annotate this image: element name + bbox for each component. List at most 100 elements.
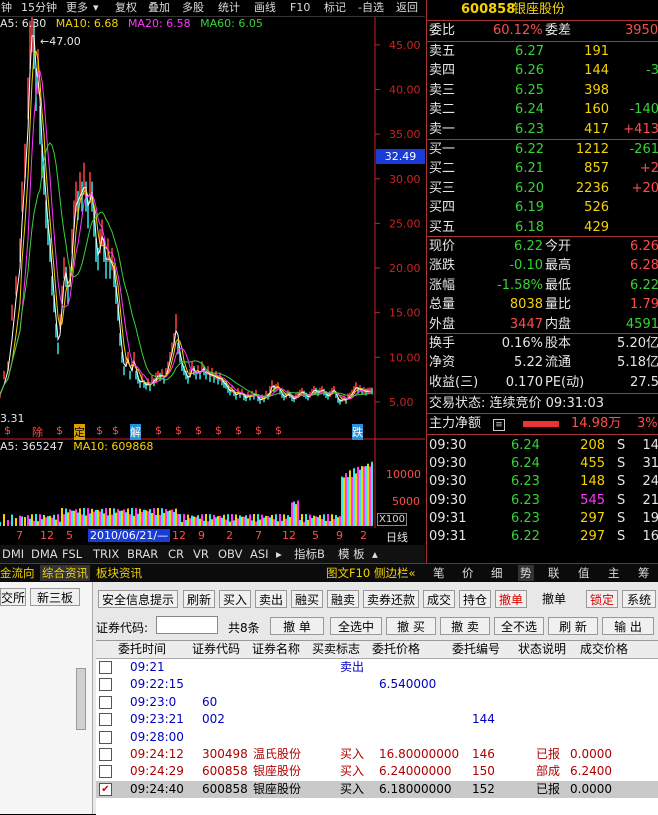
- select-all-button[interactable]: 全选中: [330, 617, 382, 635]
- toolbar-item-f10[interactable]: F10: [290, 0, 310, 16]
- table-row[interactable]: 09:24:12 300498 温氏股份 买入 16.80000000 146 已报 0.00…: [96, 746, 658, 763]
- tab-indicator-b[interactable]: 指标B: [294, 546, 325, 562]
- row-checkbox[interactable]: [99, 713, 112, 727]
- tab-dmi[interactable]: DMI: [2, 546, 24, 562]
- marker-dollar[interactable]: $: [56, 424, 63, 437]
- daily-label[interactable]: 日线: [386, 529, 408, 545]
- row-checkbox[interactable]: [99, 730, 112, 744]
- tab-exchange[interactable]: 交所: [0, 588, 26, 606]
- toolbar-item-multi[interactable]: 多股: [182, 0, 204, 16]
- sidebar-scrollbar[interactable]: [76, 668, 86, 730]
- col-code[interactable]: 证券代码: [192, 641, 240, 658]
- tab-link[interactable]: 联: [548, 565, 560, 581]
- table-row[interactable]: 09:23:0 60: [96, 694, 658, 711]
- toolbar-item-15min[interactable]: 15分钟: [21, 0, 57, 16]
- marker-placement[interactable]: 定: [74, 424, 85, 440]
- table-row[interactable]: 09:28:00: [96, 729, 658, 746]
- tab-neeq[interactable]: 新三板: [30, 588, 80, 606]
- tab-cr[interactable]: CR: [168, 546, 184, 562]
- tab-trix[interactable]: TRIX: [93, 546, 119, 562]
- tab-dma[interactable]: DMA: [31, 546, 58, 562]
- toolbar-item-watch[interactable]: -自选: [358, 0, 384, 16]
- arrow-right-icon[interactable]: ▸: [276, 546, 282, 562]
- col-id[interactable]: 委托编号: [452, 641, 500, 658]
- cancel-order-tab[interactable]: 撤单: [495, 590, 527, 608]
- buy-button[interactable]: 买入: [219, 590, 251, 608]
- marker-dollar[interactable]: $: [96, 424, 103, 437]
- col-price[interactable]: 委托价格: [372, 641, 420, 658]
- row-checkbox[interactable]: ✔: [99, 782, 112, 796]
- row-checkbox[interactable]: [99, 765, 112, 779]
- tab-vr[interactable]: VR: [193, 546, 209, 562]
- marker-dollar[interactable]: $: [215, 424, 222, 437]
- marker-drop[interactable]: 跌: [352, 424, 363, 440]
- col-name[interactable]: 证券名称: [252, 641, 300, 658]
- marker-unlock[interactable]: 解: [130, 424, 141, 440]
- marker-dollar[interactable]: $: [175, 424, 182, 437]
- marker-dollar[interactable]: $: [112, 424, 119, 437]
- code-input[interactable]: [156, 616, 218, 634]
- tab-news[interactable]: 综合资讯: [40, 565, 90, 581]
- toolbar-item-back[interactable]: 返回: [396, 0, 418, 16]
- security-info-button[interactable]: 安全信息提示: [98, 590, 178, 608]
- col-status[interactable]: 状态说明: [518, 641, 566, 658]
- marker-dollar[interactable]: $: [255, 424, 262, 437]
- tab-detail[interactable]: 细: [491, 565, 503, 581]
- refresh-list-button[interactable]: 刷 新: [548, 617, 598, 635]
- col-flag[interactable]: 买卖标志: [312, 641, 360, 658]
- marker-dollar[interactable]: $: [4, 424, 11, 437]
- cancel-sells-button[interactable]: 撤 卖: [440, 617, 490, 635]
- tab-brar[interactable]: BRAR: [127, 546, 158, 562]
- marker-dollar[interactable]: $: [155, 424, 162, 437]
- row-checkbox[interactable]: [99, 661, 112, 674]
- sell-repay-button[interactable]: 卖券还款: [363, 590, 419, 608]
- positions-button[interactable]: 持仓: [459, 590, 491, 608]
- table-row[interactable]: 09:21 卖出: [96, 659, 658, 676]
- tab-tick[interactable]: 笔: [433, 565, 445, 581]
- table-row[interactable]: 09:22:15 6.540000: [96, 676, 658, 693]
- tab-obv[interactable]: OBV: [218, 546, 242, 562]
- toolbar-item-draw[interactable]: 画线: [254, 0, 276, 16]
- table-row[interactable]: ✔ 09:24:40 600858 银座股份 买入 6.18000000 152 已报 0.00…: [96, 780, 658, 798]
- deals-button[interactable]: 成交: [423, 590, 455, 608]
- margin-sell-button[interactable]: 融卖: [327, 590, 359, 608]
- export-button[interactable]: 输 出: [602, 617, 654, 635]
- toolbar-item-period[interactable]: 钟: [1, 0, 12, 16]
- tab-value[interactable]: 值: [578, 565, 590, 581]
- tab-sector-news[interactable]: 板块资讯: [96, 565, 142, 581]
- margin-buy-button[interactable]: 融买: [291, 590, 323, 608]
- volume-chart[interactable]: A5: 365247 MA10: 609868 10000 5000 X100: [0, 440, 425, 528]
- system-button[interactable]: 系统: [622, 590, 656, 608]
- marker-dollar[interactable]: $: [275, 424, 282, 437]
- row-checkbox[interactable]: [99, 748, 112, 761]
- toolbar-item-mark[interactable]: 标记: [324, 0, 346, 16]
- tab-price[interactable]: 价: [462, 565, 474, 581]
- tab-f10[interactable]: 图文F10: [326, 565, 370, 581]
- tab-template[interactable]: 模 板: [338, 546, 365, 562]
- price-chart[interactable]: 45.00 40.00 35.00 30.00 25.00 20.00 15.00 10.00…: [0, 17, 425, 440]
- toolbar-item-adjust[interactable]: 复权: [115, 0, 137, 16]
- tab-sidebar[interactable]: 侧边栏«: [374, 565, 416, 581]
- col-deal-price[interactable]: 成交价格: [580, 641, 628, 658]
- tab-chips[interactable]: 筹: [638, 565, 650, 581]
- sell-button[interactable]: 卖出: [255, 590, 287, 608]
- tab-trend[interactable]: 势: [518, 565, 534, 581]
- col-time[interactable]: 委托时间: [118, 641, 166, 658]
- tab-fsl[interactable]: FSL: [62, 546, 82, 562]
- row-checkbox[interactable]: [99, 695, 112, 709]
- chevron-up-icon[interactable]: ▴: [372, 546, 378, 562]
- toolbar-item-more[interactable]: 更多: [66, 0, 88, 16]
- list-icon[interactable]: ≡: [493, 419, 505, 431]
- tab-fund-flow[interactable]: 金流向: [0, 565, 35, 581]
- table-row[interactable]: 09:23:21 002 144: [96, 711, 658, 728]
- cancel-button[interactable]: 撤 单: [270, 617, 324, 635]
- cancel-buys-button[interactable]: 撤 买: [386, 617, 436, 635]
- lock-button[interactable]: 锁定: [586, 590, 618, 608]
- refresh-button[interactable]: 刷新: [183, 590, 215, 608]
- chevron-down-icon[interactable]: ▾: [93, 0, 99, 16]
- marker-dollar[interactable]: $: [195, 424, 202, 437]
- marker-dollar[interactable]: $: [235, 424, 242, 437]
- toolbar-item-overlay[interactable]: 叠加: [148, 0, 170, 16]
- tab-main[interactable]: 主: [608, 565, 620, 581]
- table-row[interactable]: 09:24:29 600858 银座股份 买入 6.24000000 150 部成 6.240…: [96, 763, 658, 780]
